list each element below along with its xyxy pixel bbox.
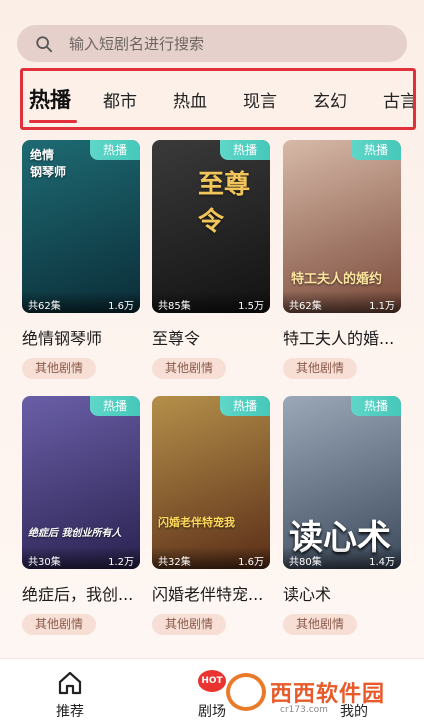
episode-count: 共30集: [28, 557, 61, 568]
genre-tag[interactable]: 其他剧情: [152, 358, 227, 379]
episode-count: 共85集: [158, 301, 191, 312]
genre-tag[interactable]: 其他剧情: [22, 614, 97, 635]
drama-title[interactable]: 读心术: [283, 581, 401, 605]
watermark-logo-icon: [226, 673, 266, 711]
drama-cover[interactable]: 特工夫人的婚约 热播 共62集 1.1万: [283, 140, 401, 313]
cover-title: 绝症后 我创业所有人: [28, 528, 122, 539]
cover-meta: 共85集 1.5万: [152, 291, 270, 313]
hot-badge: HOT: [198, 670, 226, 692]
home-icon: [58, 671, 82, 695]
drama-cover[interactable]: 至尊令 热播 共85集 1.5万: [152, 140, 270, 313]
watermark-sub: cr173.com: [280, 705, 328, 715]
hot-badge-label: 热播: [351, 396, 401, 416]
view-count: 1.6万: [238, 557, 264, 568]
drama-cover[interactable]: 闪婚老伴特宠我 热播 共32集 1.6万: [152, 396, 270, 569]
cover-title: 特工夫人的婚约: [291, 272, 383, 287]
episode-count: 共80集: [289, 557, 322, 568]
nav-home[interactable]: 推荐: [30, 659, 110, 725]
view-count: 1.4万: [369, 557, 395, 568]
episode-count: 共62集: [289, 301, 322, 312]
drama-title[interactable]: 绝情钢琴师: [22, 325, 140, 349]
genre-tag[interactable]: 其他剧情: [152, 614, 227, 635]
drama-title[interactable]: 特工夫人的婚...: [283, 325, 401, 349]
cover-meta: 共62集 1.1万: [283, 291, 401, 313]
genre-tag[interactable]: 其他剧情: [283, 614, 358, 635]
cover-meta: 共32集 1.6万: [152, 547, 270, 569]
episode-count: 共62集: [28, 301, 61, 312]
view-count: 1.6万: [108, 301, 134, 312]
drama-title[interactable]: 至尊令: [152, 325, 270, 349]
drama-title[interactable]: 闪婚老伴特宠...: [152, 581, 270, 605]
drama-card[interactable]: 特工夫人的婚约 热播 共62集 1.1万 特工夫人的婚... 其他剧情: [283, 140, 401, 379]
drama-card[interactable]: 至尊令 热播 共85集 1.5万 至尊令 其他剧情: [152, 140, 270, 379]
hot-badge-label: 热播: [220, 396, 270, 416]
watermark-text: 西西软件园: [270, 682, 386, 707]
cover-title: 闪婚老伴特宠我: [158, 516, 235, 529]
drama-card[interactable]: 读心术 热播 共80集 1.4万 读心术 其他剧情: [283, 396, 401, 635]
cover-meta: 共80集 1.4万: [283, 547, 401, 569]
drama-cover[interactable]: 绝情 钢琴师 热播 共62集 1.6万: [22, 140, 140, 313]
hot-badge-label: 热播: [220, 140, 270, 160]
drama-title[interactable]: 绝症后，我创...: [22, 581, 140, 605]
view-count: 1.5万: [238, 301, 264, 312]
cover-title: 绝情 钢琴师: [30, 148, 67, 179]
view-count: 1.1万: [369, 301, 395, 312]
hot-badge-label: 热播: [351, 140, 401, 160]
drama-cover[interactable]: 读心术 热播 共80集 1.4万: [283, 396, 401, 569]
drama-cover[interactable]: 绝症后 我创业所有人 热播 共30集 1.2万: [22, 396, 140, 569]
drama-card[interactable]: 绝症后 我创业所有人 热播 共30集 1.2万 绝症后，我创... 其他剧情: [22, 396, 140, 635]
episode-count: 共32集: [158, 557, 191, 568]
cover-meta: 共30集 1.2万: [22, 547, 140, 569]
drama-card[interactable]: 绝情 钢琴师 热播 共62集 1.6万 绝情钢琴师 其他剧情: [22, 140, 140, 379]
genre-tag[interactable]: 其他剧情: [283, 358, 358, 379]
view-count: 1.2万: [108, 557, 134, 568]
cover-meta: 共62集 1.6万: [22, 291, 140, 313]
genre-tag[interactable]: 其他剧情: [22, 358, 97, 379]
hot-badge-label: 热播: [90, 396, 140, 416]
nav-home-label: 推荐: [56, 704, 84, 720]
drama-grid: 绝情 钢琴师 热播 共62集 1.6万 绝情钢琴师 其他剧情 至尊令 热播 共8…: [0, 0, 424, 725]
drama-card[interactable]: 闪婚老伴特宠我 热播 共32集 1.6万 闪婚老伴特宠... 其他剧情: [152, 396, 270, 635]
hot-badge-label: 热播: [90, 140, 140, 160]
cover-title: 至尊令: [198, 170, 251, 237]
